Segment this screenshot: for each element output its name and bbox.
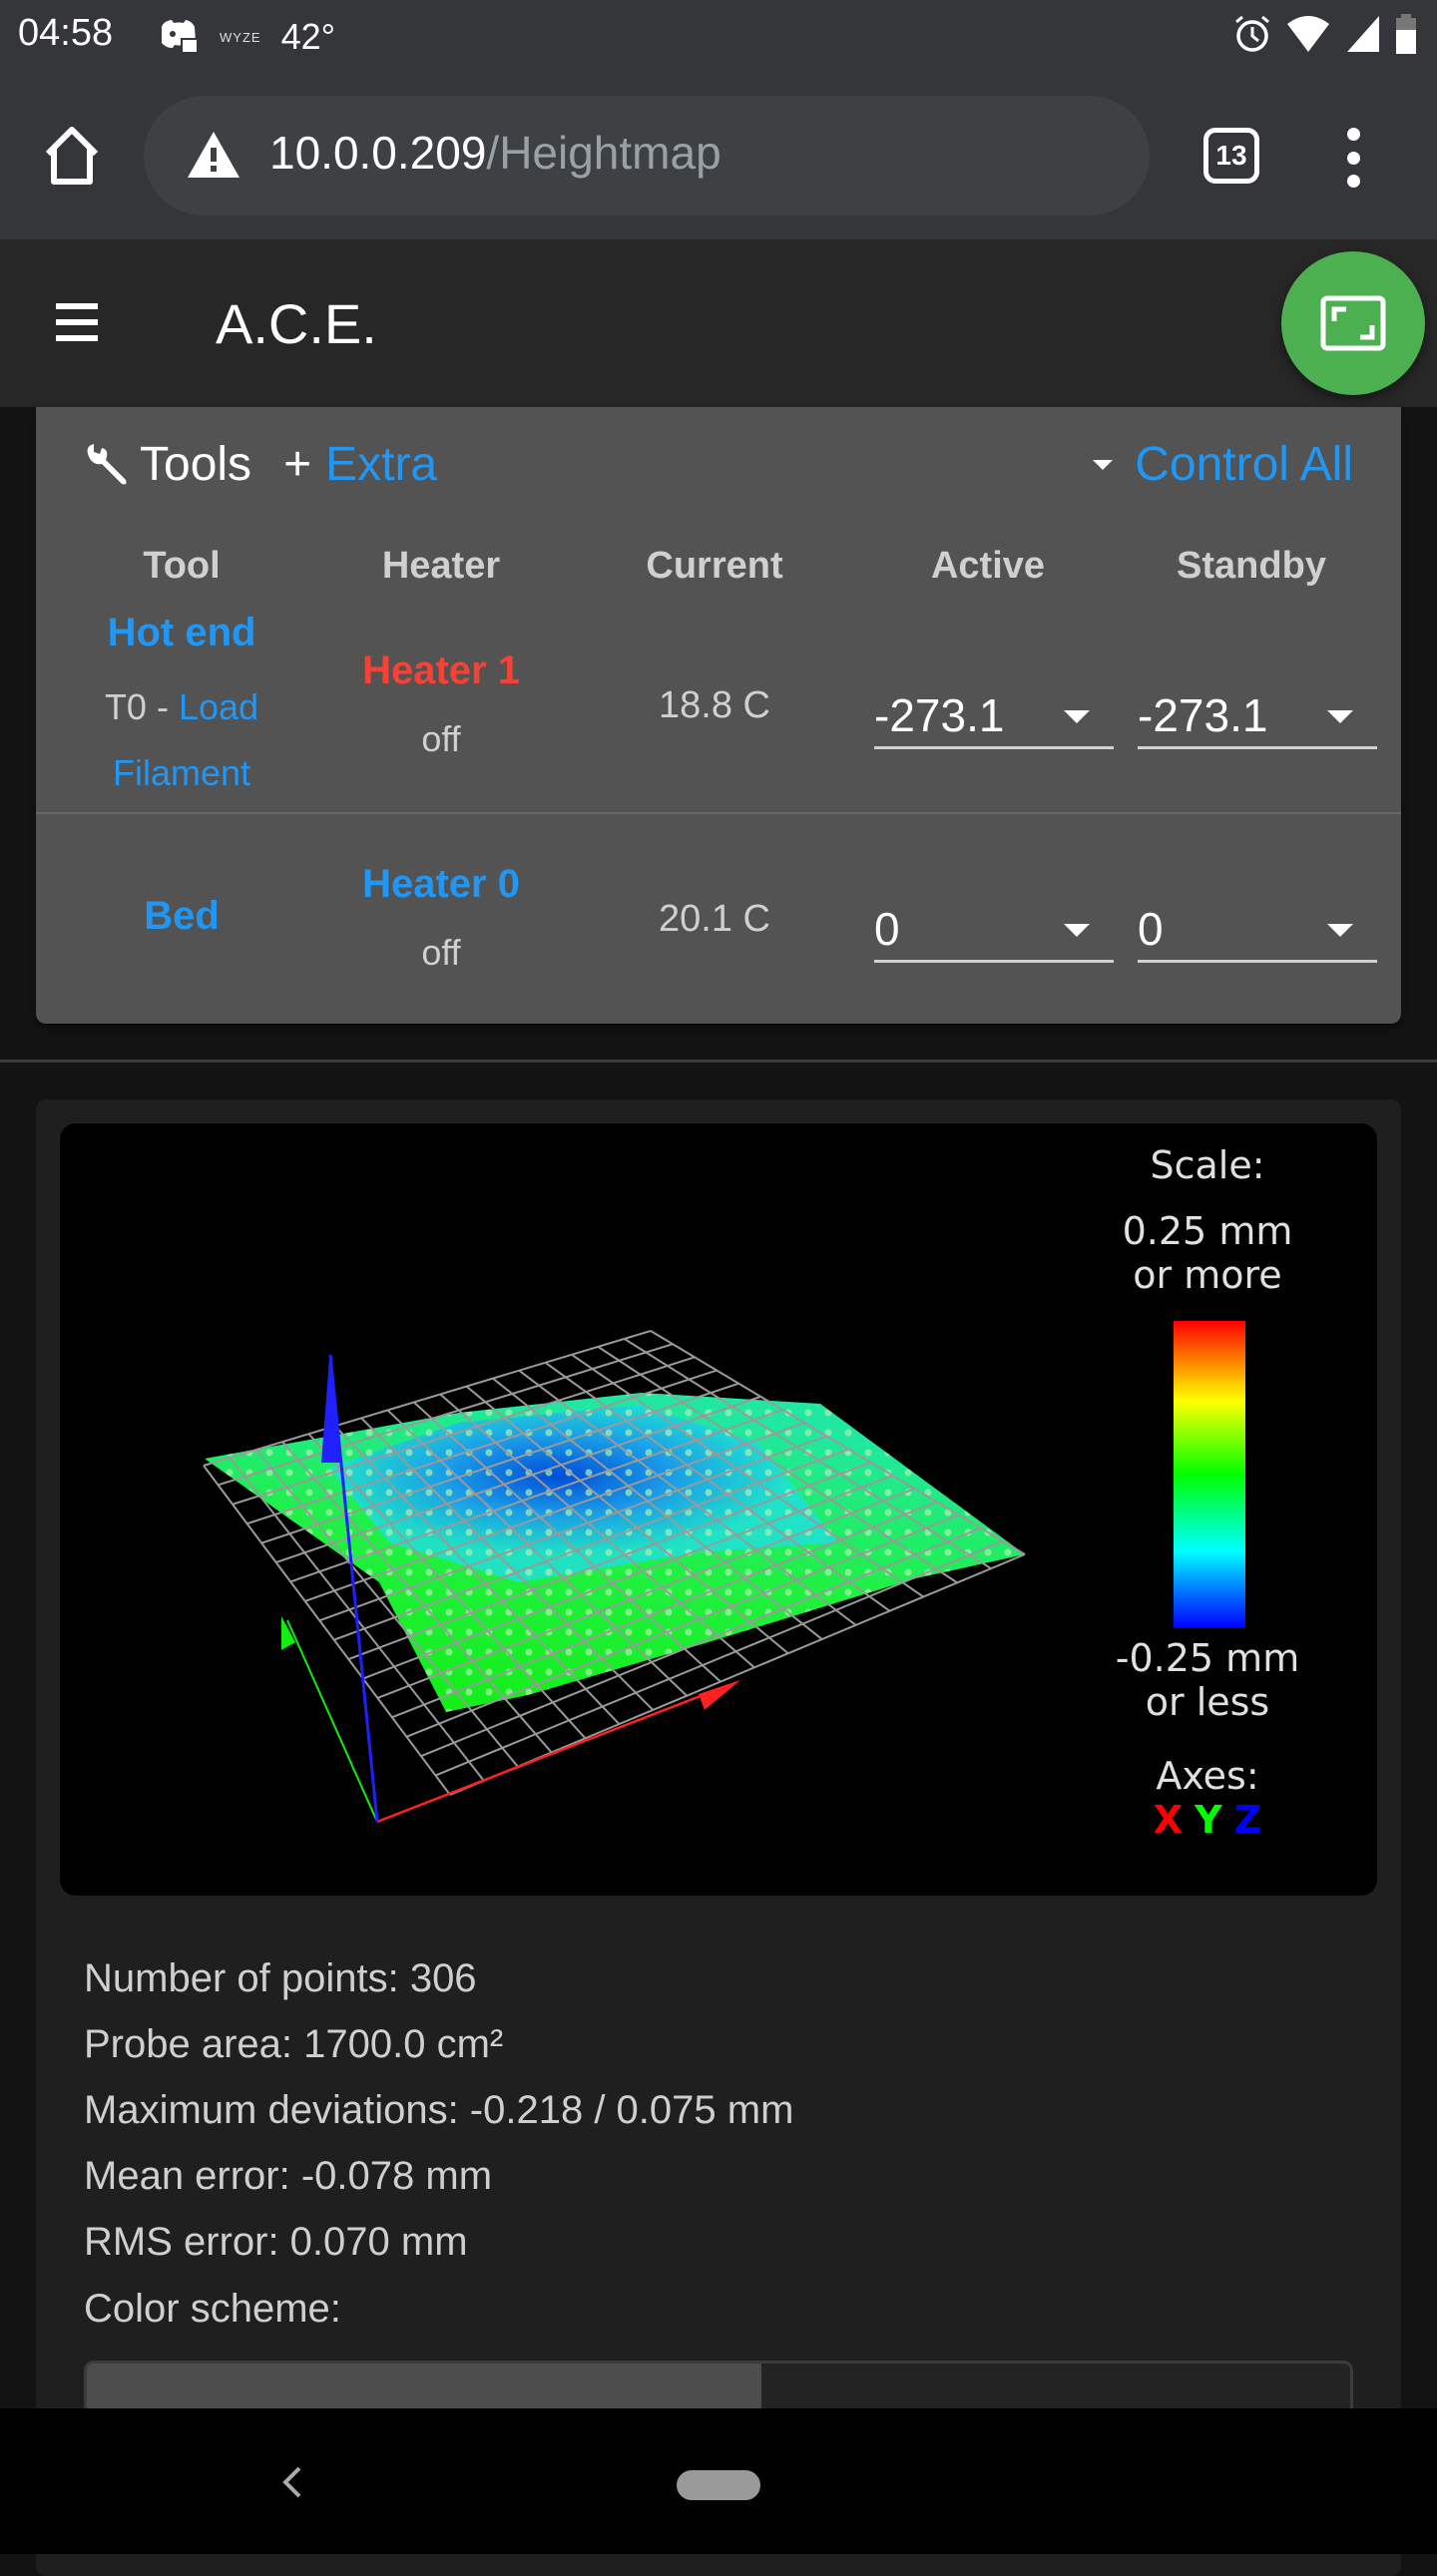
section-divider: [0, 1060, 1437, 1063]
tab-count: 13: [1215, 140, 1247, 171]
hot-end-active-temp-select[interactable]: -273.1: [874, 689, 1114, 749]
wrench-icon: [87, 443, 127, 484]
heater-1-label[interactable]: Heater 1: [321, 648, 561, 693]
stat-max-deviations: Maximum deviations: -0.218 / 0.075 mm: [84, 2088, 794, 2132]
signal-icon: [1347, 16, 1379, 52]
column-header-heater: Heater: [381, 545, 501, 587]
axes-title: Axes:: [1156, 1754, 1259, 1798]
load-filament-link-line2[interactable]: Filament: [62, 752, 301, 794]
alarm-icon: [1235, 15, 1269, 52]
tab-switcher-button[interactable]: 13: [1203, 128, 1259, 184]
tools-header: Tools + Extra: [84, 437, 437, 492]
app-title: A.C.E.: [216, 292, 377, 355]
tools-title: Tools: [140, 438, 252, 491]
x-axis-arrow: [699, 1680, 740, 1710]
heater-0-label[interactable]: Heater 0: [321, 862, 561, 907]
heightmap-stats: Number of points: 306 Probe area: 1700.0…: [84, 1945, 793, 2275]
home-pill-button[interactable]: [677, 2470, 760, 2500]
battery-icon: [1396, 14, 1416, 54]
chevron-down-icon: [1327, 924, 1353, 937]
active-temp-value: -273.1: [874, 689, 1005, 741]
scale-max-label-2: or more: [1133, 1253, 1282, 1297]
load-filament-link[interactable]: Load: [179, 686, 258, 727]
warning-icon[interactable]: [186, 130, 241, 180]
stat-rms-error: RMS error: 0.070 mm: [84, 2220, 468, 2264]
column-header-current: Current: [646, 545, 783, 587]
column-header-active: Active: [930, 545, 1046, 587]
more-menu-icon[interactable]: [1333, 128, 1373, 188]
stat-mean-error: Mean error: -0.078 mm: [84, 2154, 493, 2198]
extra-plus-icon[interactable]: +: [283, 437, 311, 492]
bed-active-temp-select[interactable]: 0: [874, 903, 1114, 963]
chevron-down-icon: [1064, 924, 1090, 937]
caret-down-icon: [1093, 459, 1114, 470]
chevron-down-icon: [1064, 710, 1090, 723]
bed-standby-temp-select[interactable]: 0: [1138, 903, 1377, 963]
column-header-tool: Tool: [143, 545, 221, 587]
home-icon[interactable]: [36, 120, 108, 192]
tool-name-hot-end[interactable]: Hot end: [62, 611, 301, 655]
url-text[interactable]: 10.0.0.209/Heightmap: [269, 126, 721, 180]
hamburger-icon[interactable]: [56, 303, 98, 341]
wyze-icon: WYZE: [220, 29, 261, 45]
row-divider: [36, 812, 1401, 814]
stat-number-of-points: Number of points: 306: [84, 1956, 477, 2000]
extra-link[interactable]: Extra: [325, 437, 437, 492]
discord-icon: [162, 20, 199, 54]
axis-label-x: X: [1153, 1798, 1184, 1842]
tool-name-bed[interactable]: Bed: [62, 894, 301, 939]
weather-temperature: 42°: [280, 16, 336, 57]
color-scheme-label: Color scheme:: [84, 2287, 341, 2331]
scale-max-label: 0.25 mm: [1122, 1209, 1293, 1253]
hot-end-standby-temp-select[interactable]: -273.1: [1138, 689, 1377, 749]
fullscreen-button[interactable]: [1281, 251, 1425, 395]
bed-current-temp: 20.1 C: [659, 898, 770, 940]
tool-prefix: T0 -: [104, 686, 179, 727]
color-scale-bar: [1174, 1321, 1245, 1628]
scale-min-label: -0.25 mm: [1115, 1636, 1300, 1680]
wifi-icon: [1287, 16, 1329, 52]
column-header-standby: Standby: [1177, 545, 1326, 587]
status-time: 04:58: [18, 12, 114, 54]
tool-number: T0 - Load: [42, 686, 321, 728]
control-all-label: Control All: [1135, 438, 1353, 491]
scale-title: Scale:: [1150, 1143, 1265, 1187]
url-host: 10.0.0.209: [269, 127, 487, 179]
back-icon[interactable]: [277, 2464, 305, 2500]
heater-0-state: off: [421, 932, 461, 973]
status-bar: 04:58 WYZE 42°: [0, 0, 1437, 76]
active-temp-value: 0: [874, 903, 900, 955]
axis-label-y: Y: [1195, 1798, 1222, 1842]
chevron-down-icon: [1327, 710, 1353, 723]
y-axis: [286, 1619, 378, 1823]
hot-end-current-temp: 18.8 C: [659, 684, 770, 726]
fullscreen-icon: [1320, 295, 1386, 351]
control-all-menu[interactable]: Control All: [1093, 437, 1353, 492]
scale-min-label-2: or less: [1145, 1680, 1270, 1724]
stat-probe-area: Probe area: 1700.0 cm²: [84, 2022, 504, 2066]
standby-temp-value: 0: [1138, 903, 1164, 955]
standby-temp-value: -273.1: [1138, 689, 1268, 741]
url-path: /Heightmap: [486, 127, 721, 179]
axis-label-z: Z: [1233, 1798, 1262, 1842]
axes-labels: X Y Z: [1108, 1798, 1307, 1842]
heater-1-state: off: [421, 718, 461, 759]
